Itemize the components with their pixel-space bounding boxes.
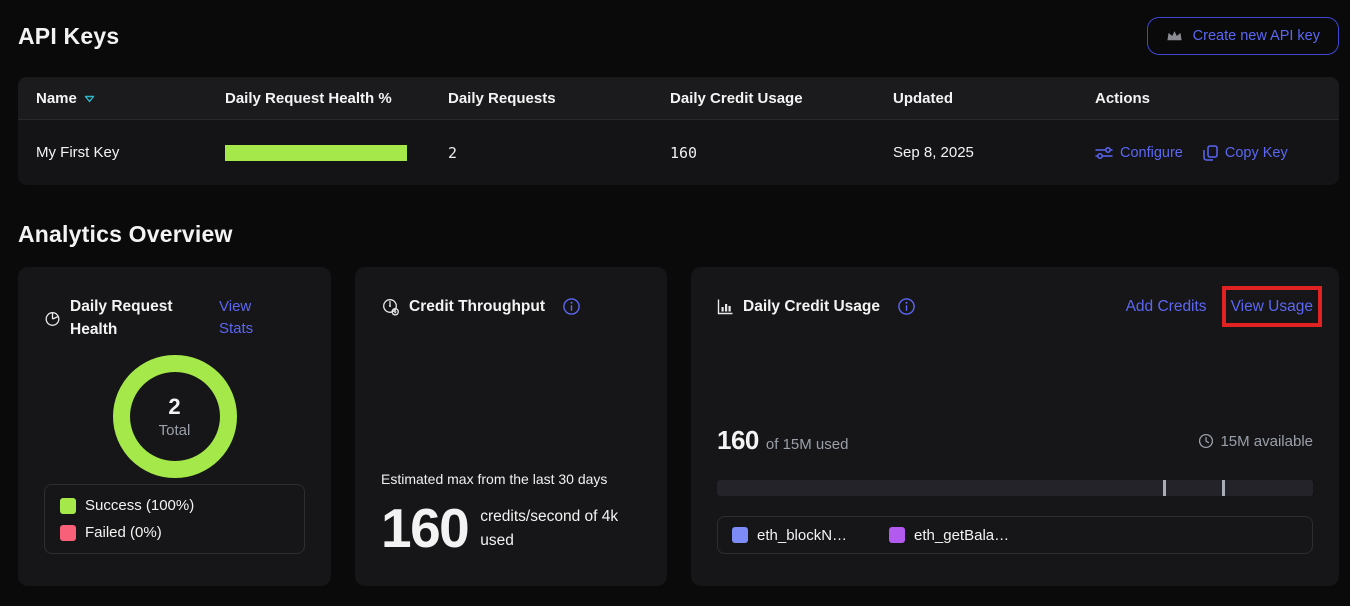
eth-blocknumber-swatch: [732, 527, 748, 543]
health-bar: [225, 145, 407, 161]
card-title: Credit Throughput: [409, 295, 545, 318]
bar-chart-icon: [717, 298, 734, 315]
card-header: Daily Request Health View Stats: [44, 295, 305, 342]
create-api-key-label: Create new API key: [1193, 28, 1320, 44]
card-title: Daily Credit Usage: [743, 295, 880, 318]
daily-request-health-card: Daily Request Health View Stats 2 Total …: [18, 267, 331, 586]
usage-card-links: Add Credits View Usage: [1126, 295, 1313, 318]
credits-used-suffix: of 15M used: [766, 436, 849, 453]
red-annotation-box: View Usage: [1231, 295, 1313, 318]
info-icon[interactable]: [562, 297, 581, 316]
page-title: API Keys: [18, 23, 119, 50]
credit-usage-progress-bar: [717, 480, 1313, 496]
add-credits-link[interactable]: Add Credits: [1126, 295, 1207, 318]
info-icon[interactable]: [897, 297, 916, 316]
table-header-row: Name Daily Request Health % Daily Reques…: [18, 77, 1339, 119]
daily-credit-usage-value: 160: [670, 144, 893, 162]
column-header-health: Daily Request Health %: [225, 90, 448, 107]
view-usage-link[interactable]: View Usage: [1231, 298, 1313, 315]
usage-legend: eth_blockN… eth_getBala…: [717, 516, 1313, 554]
daily-credit-usage-card: Daily Credit Usage Add Credits View Usag…: [691, 267, 1339, 586]
dashboard-page: API Keys Create new API key Name Daily R…: [0, 14, 1350, 586]
credits-available: 15M available: [1198, 433, 1313, 450]
analytics-section-title: Analytics Overview: [18, 221, 1339, 248]
credits-used-value: 160: [717, 425, 759, 456]
card-title: Daily Request Health: [70, 295, 186, 342]
configure-link[interactable]: Configure: [1095, 145, 1183, 161]
row-actions: Configure Copy Key: [1095, 145, 1339, 161]
legend-item-failed: Failed (0%): [60, 524, 289, 541]
copy-icon: [1203, 145, 1218, 161]
column-header-updated: Updated: [893, 90, 1095, 107]
request-health-donut-chart: 2 Total: [113, 355, 237, 479]
sliders-icon: [1095, 146, 1113, 160]
api-keys-table: Name Daily Request Health % Daily Reques…: [18, 77, 1339, 185]
pie-chart-icon: [44, 310, 61, 327]
health-legend: Success (100%) Failed (0%): [44, 484, 305, 554]
usage-stats-row: 160 of 15M used 15M available: [717, 425, 1313, 456]
column-header-actions: Actions: [1095, 90, 1339, 107]
donut-total-value: 2: [168, 394, 180, 420]
gauge-icon: [381, 298, 400, 316]
credit-throughput-card: Credit Throughput Estimated max from the…: [355, 267, 667, 586]
card-header: Daily Credit Usage Add Credits View Usag…: [717, 295, 1313, 318]
api-key-name: My First Key: [36, 144, 225, 161]
legend-item-eth-blocknumber: eth_blockN…: [732, 527, 847, 544]
column-header-credit-usage: Daily Credit Usage: [670, 90, 893, 107]
usage-bar-tick: [1222, 480, 1226, 496]
table-row: My First Key 2 160 Sep 8, 2025 Configure: [18, 119, 1339, 185]
usage-bar-tick: [1163, 480, 1167, 496]
success-swatch: [60, 498, 76, 514]
throughput-value-row: 160 credits/second of 4k used: [381, 503, 641, 554]
clock-icon: [1198, 433, 1214, 449]
legend-item-eth-getbalance: eth_getBala…: [889, 527, 1009, 544]
legend-item-success: Success (100%): [60, 497, 289, 514]
throughput-subtitle: Estimated max from the last 30 days: [381, 471, 641, 487]
copy-key-link[interactable]: Copy Key: [1203, 145, 1288, 161]
crown-icon: [1166, 29, 1183, 43]
failed-swatch: [60, 525, 76, 541]
column-header-name[interactable]: Name: [36, 90, 225, 107]
donut-total-label: Total: [159, 422, 191, 439]
health-bar-cell: [225, 145, 448, 161]
card-header: Credit Throughput: [381, 295, 641, 318]
column-header-requests: Daily Requests: [448, 90, 670, 107]
analytics-cards: Daily Request Health View Stats 2 Total …: [18, 267, 1339, 586]
updated-value: Sep 8, 2025: [893, 144, 1095, 161]
throughput-unit: credits/second of 4k used: [480, 503, 641, 553]
throughput-value: 160: [381, 503, 468, 554]
eth-getbalance-swatch: [889, 527, 905, 543]
view-stats-link[interactable]: View Stats: [219, 296, 269, 341]
create-api-key-button[interactable]: Create new API key: [1147, 17, 1339, 55]
sort-chevron-icon: [84, 95, 95, 103]
topbar: API Keys Create new API key: [18, 14, 1339, 58]
daily-requests-value: 2: [448, 144, 670, 162]
